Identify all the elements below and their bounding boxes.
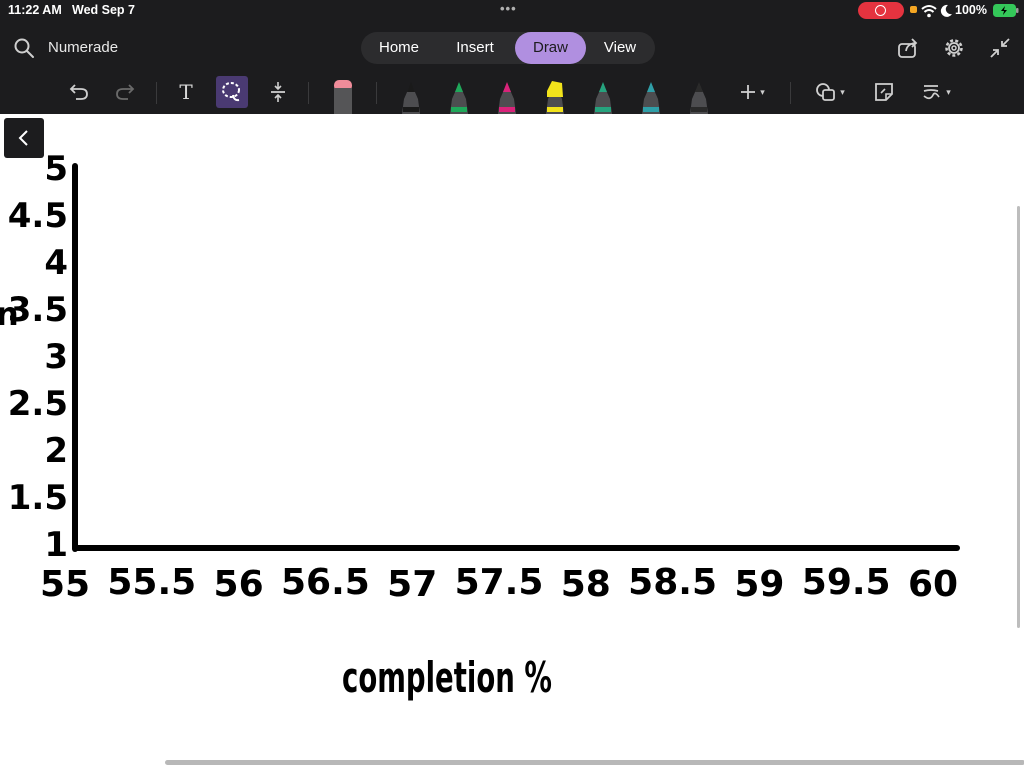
x-tick-label: 57 [387, 564, 437, 605]
y-tick-label: 4.5 [8, 196, 68, 236]
back-button[interactable] [4, 118, 44, 158]
y-tick-label: 2 [44, 431, 68, 471]
y-tick-labels: 11.522.533.544.55 [8, 149, 68, 565]
x-tick-label: 59 [734, 564, 784, 605]
x-tick-label: 56 [214, 564, 264, 605]
partial-axis-letter: n [0, 295, 19, 333]
x-tick-label: 60 [908, 564, 958, 605]
x-tick-labels: 55 55.5 56 56.5 57 57.5 58 58.5 59 59.5 60 [40, 562, 958, 605]
y-tick-label: 5 [44, 149, 68, 189]
y-tick-label: 4 [44, 243, 68, 283]
x-tick-label: 56.5 [281, 562, 370, 603]
y-tick-label: 3 [44, 337, 68, 377]
vertical-scrollbar[interactable] [1017, 206, 1020, 628]
x-tick-label: 59.5 [802, 562, 891, 603]
y-tick-label: 1 [44, 525, 68, 565]
x-tick-label: 55 [40, 564, 90, 605]
x-axis-label: completion % [342, 653, 552, 702]
x-tick-label: 58 [561, 564, 611, 605]
x-tick-label: 55.5 [107, 562, 196, 603]
y-tick-label: 2.5 [8, 384, 68, 424]
handwritten-graph[interactable]: 11.522.533.544.55 55 55.5 56 56.5 57 57.5 58 58… [0, 0, 1024, 768]
home-indicator[interactable] [165, 760, 1024, 765]
chevron-left-icon [18, 130, 28, 146]
x-tick-label: 57.5 [455, 562, 544, 603]
y-tick-label: 1.5 [8, 478, 68, 518]
x-tick-label: 58.5 [628, 562, 717, 603]
